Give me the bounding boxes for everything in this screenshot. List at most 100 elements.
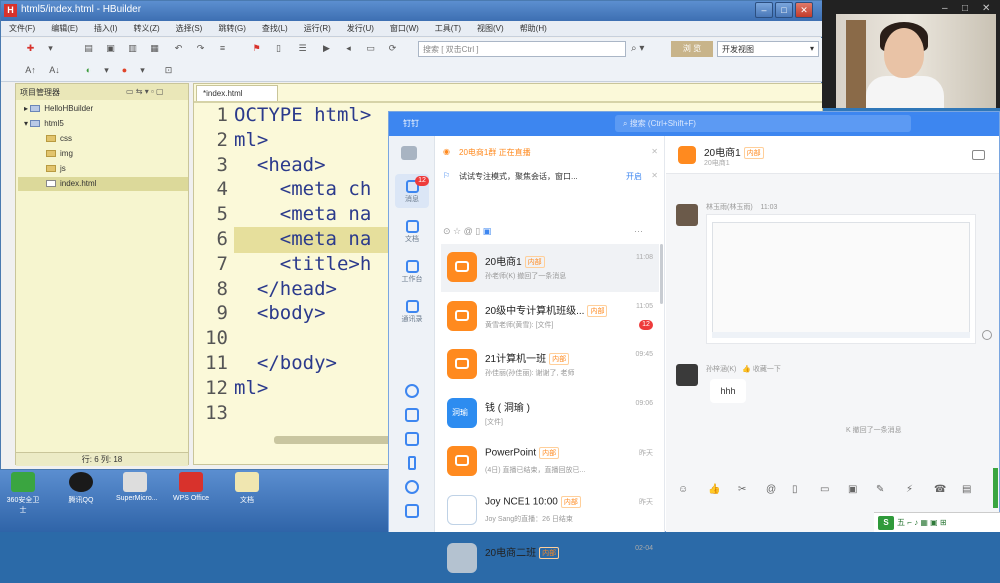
code-line[interactable]: <meta ch bbox=[234, 178, 372, 200]
todo-icon[interactable] bbox=[405, 432, 419, 446]
at-icon[interactable]: @ bbox=[766, 484, 776, 495]
menu-item[interactable]: 窗口(W) bbox=[382, 21, 427, 36]
conversation-item[interactable]: 洞瑜 钱 ( 洞瑜 ) [文件] 09:06 bbox=[441, 390, 659, 438]
close-file-icon[interactable]: ▦ bbox=[149, 43, 160, 54]
menu-item[interactable]: 工具(T) bbox=[427, 21, 469, 36]
search-icon[interactable]: ⌕ ▾ bbox=[631, 43, 644, 54]
tree-item[interactable]: ▾ html5 bbox=[24, 117, 64, 131]
chrome-icon[interactable]: ● bbox=[119, 65, 130, 76]
menu-item[interactable]: 插入(I) bbox=[86, 21, 126, 36]
code-line[interactable]: ml> bbox=[234, 129, 268, 151]
desktop-icon[interactable]: 360安全卫士 bbox=[4, 472, 42, 515]
filter-icon[interactable]: ⊙ bbox=[443, 226, 453, 236]
font-size-up-icon[interactable]: A↑ bbox=[25, 65, 36, 76]
save-all-icon[interactable]: ▥ bbox=[127, 43, 138, 54]
window-icon[interactable]: ▭ bbox=[365, 43, 376, 54]
doc-filter-icon[interactable]: ▣ bbox=[483, 226, 492, 236]
calendar-icon[interactable] bbox=[405, 408, 419, 422]
menu-item[interactable]: 文件(F) bbox=[1, 21, 43, 36]
menu-item[interactable]: 选择(S) bbox=[168, 21, 211, 36]
code-line[interactable]: <meta na bbox=[234, 203, 372, 225]
conversation-item[interactable]: 21计算机一班 内部 孙佳丽(孙佳丽): 谢谢了, 老师 09:45 bbox=[441, 341, 659, 389]
live-icon[interactable]: ▤ bbox=[962, 484, 971, 495]
close-icon[interactable]: ✕ bbox=[651, 147, 658, 156]
nav-contacts[interactable]: 通讯录 bbox=[401, 300, 423, 324]
avatar[interactable] bbox=[401, 146, 417, 160]
desktop-icon[interactable]: 腾讯QQ bbox=[62, 472, 100, 505]
minimize-button[interactable]: – bbox=[755, 2, 773, 18]
sender-avatar[interactable] bbox=[676, 204, 698, 226]
tree-item[interactable]: ▸ HelloHBuilder bbox=[24, 102, 93, 116]
phone-icon[interactable]: ☎ bbox=[934, 484, 946, 495]
tree-item[interactable]: index.html bbox=[46, 177, 96, 191]
tray-icons[interactable]: 五 ⌐ ♪ ▦ ▣ ⊞ bbox=[897, 518, 947, 527]
desktop-icon[interactable]: 文档 bbox=[228, 472, 266, 505]
code-line[interactable]: ml> bbox=[234, 377, 268, 399]
editor-tab[interactable]: *index.html bbox=[196, 85, 278, 101]
scissors-icon[interactable]: ✂ bbox=[738, 484, 746, 495]
code-line[interactable]: <head> bbox=[234, 154, 326, 176]
bookmark-icon[interactable]: ⚑ bbox=[251, 43, 262, 54]
dropdown-icon[interactable]: ▾ bbox=[137, 65, 148, 76]
code-line[interactable]: <body> bbox=[234, 302, 326, 324]
conversation-item[interactable]: Joy NCE1 10:00 内部 Joy Sang的直播：26 日结束 昨天 bbox=[441, 487, 659, 535]
home-icon[interactable] bbox=[405, 384, 419, 398]
message-bubble[interactable]: hhh bbox=[710, 379, 746, 403]
redo-icon[interactable]: ↷ bbox=[195, 43, 206, 54]
view-select[interactable]: 开发视图 ▾ bbox=[717, 41, 819, 57]
enable-focus-button[interactable]: 开启 bbox=[626, 171, 642, 182]
search-input[interactable]: ⌕ 搜索 (Ctrl+Shift+F) bbox=[615, 115, 911, 132]
font-size-down-icon[interactable]: A↓ bbox=[49, 65, 60, 76]
maximize-button[interactable]: □ bbox=[775, 2, 793, 18]
desktop-icon[interactable]: WPS Office bbox=[172, 472, 210, 502]
menu-item[interactable]: 视图(V) bbox=[469, 21, 512, 36]
code-line[interactable]: <title>h bbox=[234, 253, 372, 275]
conversation-item[interactable]: 20电商二班 内部 02-04 bbox=[441, 535, 659, 583]
help-icon[interactable]: ⊡ bbox=[163, 65, 174, 76]
close-icon[interactable]: ✕ bbox=[982, 3, 990, 14]
dropdown-icon[interactable]: ▾ bbox=[101, 65, 112, 76]
minimize-icon[interactable]: – bbox=[942, 3, 948, 14]
code-line[interactable]: </head> bbox=[234, 278, 337, 300]
code-line[interactable]: OCTYPE html> bbox=[234, 104, 371, 126]
preview-button[interactable]: 浏 览 bbox=[671, 41, 713, 57]
star-icon[interactable]: ☆ bbox=[453, 226, 464, 236]
list-icon[interactable]: ☰ bbox=[297, 43, 308, 54]
ding-icon[interactable] bbox=[408, 456, 416, 470]
collapse-icon[interactable]: ▭ ⇆ ▾ ▫ ▢ bbox=[126, 87, 164, 96]
undo-icon[interactable]: ↶ bbox=[173, 43, 184, 54]
nav-docs[interactable]: 文档 bbox=[401, 220, 423, 244]
save-icon[interactable]: ▣ bbox=[105, 43, 116, 54]
ding-icon[interactable]: ⚡ bbox=[906, 484, 913, 495]
live-banner[interactable]: ◉ 20电商1群 正在直播 ✕ bbox=[443, 144, 658, 162]
more-icon[interactable] bbox=[405, 504, 419, 518]
image-icon[interactable]: ▣ bbox=[848, 484, 857, 495]
bookmark-icon[interactable]: ▯ bbox=[475, 226, 482, 236]
sender-avatar[interactable] bbox=[676, 364, 698, 386]
flag-icon[interactable]: ◂ bbox=[343, 43, 354, 54]
folder-icon[interactable]: ▭ bbox=[820, 484, 829, 495]
at-icon[interactable]: @ bbox=[464, 226, 476, 236]
emoji-icon[interactable]: ☺ bbox=[678, 484, 688, 495]
file-icon[interactable]: ▯ bbox=[792, 484, 798, 495]
close-button[interactable]: ✕ bbox=[795, 2, 813, 18]
maximize-icon[interactable]: □ bbox=[962, 3, 968, 14]
menu-item[interactable]: 跳转(G) bbox=[210, 21, 254, 36]
desktop-icon[interactable]: SuperMicro... bbox=[116, 472, 158, 502]
chat-scrollbar[interactable] bbox=[993, 468, 998, 508]
tree-item[interactable]: css bbox=[46, 132, 72, 146]
ime-icon[interactable]: S bbox=[878, 516, 894, 530]
menu-item[interactable]: 查找(L) bbox=[254, 21, 296, 36]
menu-item[interactable]: 发行(U) bbox=[339, 21, 382, 36]
more-icon[interactable]: ··· bbox=[634, 226, 643, 236]
search-input[interactable]: 搜索 [ 双击Ctrl ] bbox=[418, 41, 626, 57]
open-icon[interactable]: ▤ bbox=[83, 43, 94, 54]
tree-item[interactable]: js bbox=[46, 162, 66, 176]
horizontal-scrollbar[interactable] bbox=[274, 436, 394, 444]
new-icon[interactable]: ✚ bbox=[25, 43, 36, 54]
comment-icon[interactable]: ▯ bbox=[273, 43, 284, 54]
browser-icon[interactable]: ◐ bbox=[83, 65, 94, 76]
menu-item[interactable]: 编辑(E) bbox=[43, 21, 86, 36]
favorite-action[interactable]: 👍 收藏一下 bbox=[742, 366, 781, 373]
menu-item[interactable]: 转义(Z) bbox=[125, 21, 167, 36]
